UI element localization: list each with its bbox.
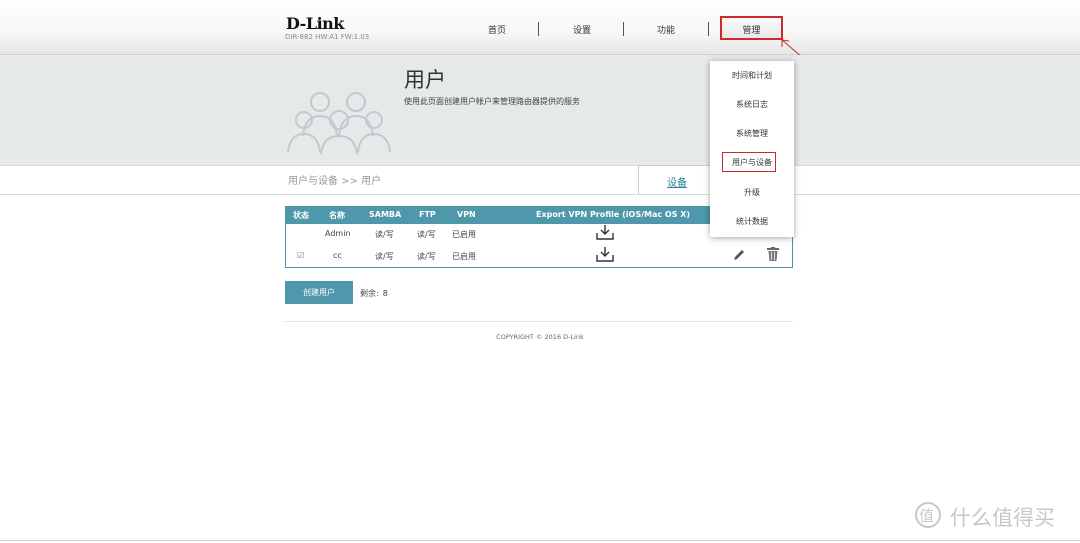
download-icon[interactable] (596, 224, 614, 240)
pencil-icon[interactable] (732, 248, 746, 262)
nav-management[interactable]: 管理 (720, 16, 783, 40)
user-status-checkbox[interactable]: ☑ (297, 251, 304, 260)
page-title: 用户 (404, 68, 446, 92)
nav-divider (623, 22, 624, 36)
column-header-export-vpn: Export VPN Profile (iOS/Mac OS X) (536, 210, 691, 219)
breadcrumb-bar (0, 165, 1080, 195)
breadcrumb: 用户与设备 >> 用户 (288, 176, 382, 187)
column-header-ftp: FTP (419, 210, 436, 219)
trash-icon[interactable] (767, 247, 779, 261)
menu-item-schedule[interactable]: 时间和计划 (710, 70, 794, 81)
user-samba: 读/写 (375, 252, 394, 261)
model-info: DIR-882 HW:A1 FW:1.03 (285, 33, 370, 41)
download-icon[interactable] (596, 246, 614, 262)
remaining-count: 剩余: 8 (360, 288, 388, 299)
user-ftp: 读/写 (417, 252, 436, 261)
column-header-samba: SAMBA (369, 210, 402, 219)
user-vpn: 已启用 (452, 252, 476, 261)
user-ftp: 读/写 (417, 230, 436, 239)
page-banner (0, 55, 1080, 165)
user-samba: 读/写 (375, 230, 394, 239)
create-user-button[interactable]: 创建用户 (285, 281, 353, 304)
bottom-border (0, 540, 1080, 541)
user-name: cc (333, 251, 342, 260)
brand-logo: D-Link (286, 14, 344, 33)
nav-home[interactable]: 首页 (488, 23, 506, 36)
remaining-label: 剩余: (360, 289, 379, 298)
nav-settings[interactable]: 设置 (573, 23, 591, 36)
column-header-name: 名称 (329, 211, 345, 220)
copyright: COPYRIGHT © 2016 D-Link (496, 333, 584, 341)
users-group-icon (287, 92, 391, 155)
footer-divider (285, 321, 793, 322)
user-vpn: 已启用 (452, 230, 476, 239)
management-dropdown-menu: 时间和计划 系统日志 系统管理 用户与设备 升级 统计数据 (710, 61, 794, 237)
nav-divider (538, 22, 539, 36)
nav-management-label: 管理 (742, 26, 761, 36)
remaining-value: 8 (382, 289, 388, 298)
nav-divider (708, 22, 709, 36)
column-header-status: 状态 (293, 211, 309, 220)
watermark-text: 什么值得买 (950, 506, 1055, 530)
user-name: Admin (325, 229, 351, 238)
watermark-glyph: 值 (919, 507, 935, 525)
column-header-vpn: VPN (457, 210, 476, 219)
menu-highlight-box (722, 152, 776, 172)
menu-item-system-log[interactable]: 系统日志 (710, 99, 794, 110)
menu-item-statistics[interactable]: 统计数据 (710, 216, 794, 227)
menu-item-system-admin[interactable]: 系统管理 (710, 128, 794, 139)
page-description: 使用此页面创建用户帐户来管理路由器提供的服务 (404, 97, 580, 106)
nav-features[interactable]: 功能 (657, 23, 675, 36)
menu-item-upgrade[interactable]: 升级 (710, 187, 794, 198)
tab-devices-label[interactable]: 设备 (667, 174, 687, 189)
top-bar (0, 0, 1080, 55)
